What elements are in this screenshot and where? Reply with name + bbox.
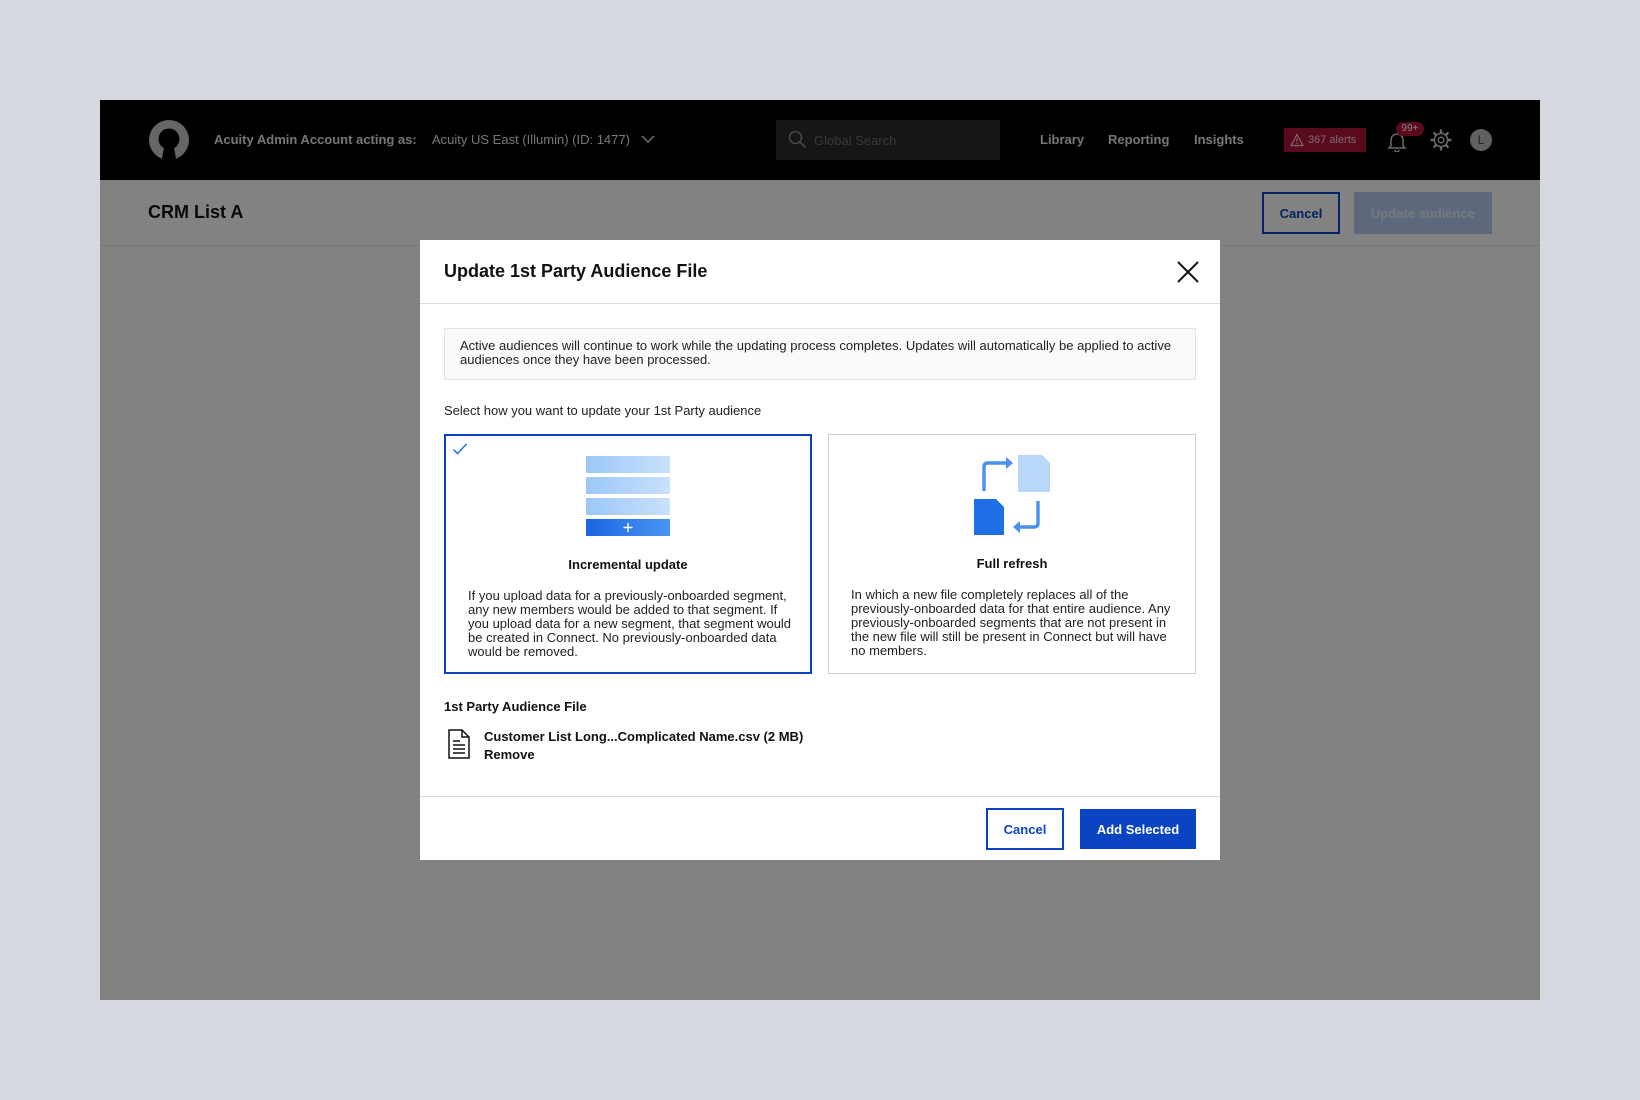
dialog-footer: Cancel Add Selected (420, 796, 1220, 860)
refresh-files-icon (829, 455, 1195, 539)
stacked-rows-plus-icon (446, 456, 810, 540)
option-description: If you upload data for a previously-onbo… (468, 588, 792, 659)
info-message: Active audiences will continue to work w… (444, 328, 1196, 380)
option-title: Full refresh (976, 556, 1048, 571)
update-method-label: Select how you want to update your 1st P… (444, 403, 762, 418)
document-icon (448, 729, 470, 759)
dialog-header: Update 1st Party Audience File (420, 240, 1220, 304)
option-incremental-update[interactable]: Incremental update If you upload data fo… (444, 434, 812, 674)
dialog-title: Update 1st Party Audience File (444, 261, 708, 281)
add-selected-button[interactable]: Add Selected (1080, 809, 1196, 849)
file-name: Customer List Long...Complicated Name.cs… (484, 729, 804, 744)
file-section-label: 1st Party Audience File (444, 699, 587, 714)
dialog-cancel-button[interactable]: Cancel (986, 808, 1064, 850)
app-window: Acuity Admin Account acting as: Acuity U… (100, 100, 1540, 1000)
option-description: In which a new file completely replaces … (851, 587, 1171, 658)
option-full-refresh[interactable]: Full refresh In which a new file complet… (828, 434, 1196, 674)
close-icon[interactable] (1174, 258, 1202, 286)
option-title: Incremental update (568, 557, 688, 572)
remove-file-link[interactable]: Remove (484, 747, 535, 762)
checkmark-icon (452, 443, 468, 455)
update-audience-dialog: Update 1st Party Audience File Active au… (420, 240, 1220, 860)
